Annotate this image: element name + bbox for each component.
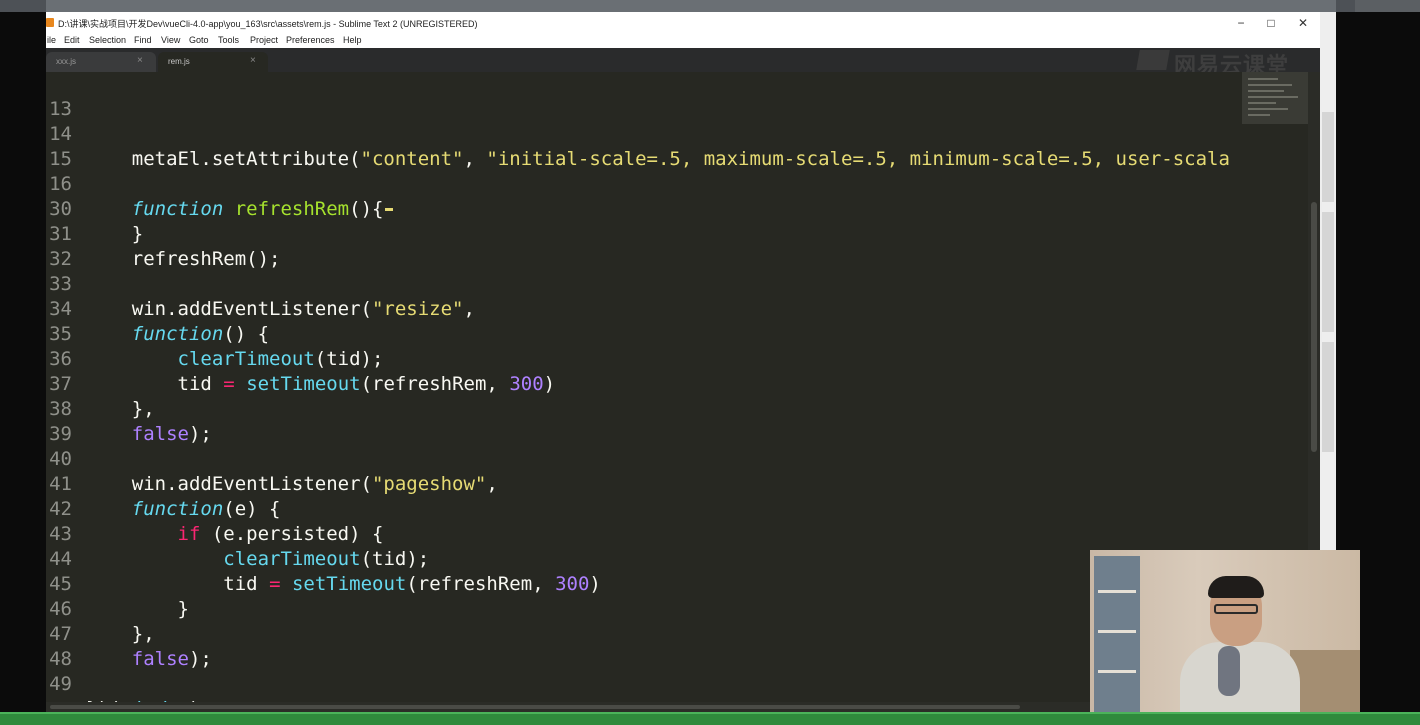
- top-frame-band: [0, 0, 1420, 12]
- code-line: 49 })(window): [46, 647, 1246, 712]
- window-title: D:\讲课\实战项目\开发Dev\vueCli-4.0-app\you_163\…: [58, 19, 478, 29]
- top-frame-segment-right: [1355, 0, 1420, 12]
- menu-selection[interactable]: Selection: [89, 35, 126, 45]
- menu-find[interactable]: Find: [134, 35, 152, 45]
- menu-help[interactable]: Help: [343, 35, 362, 45]
- code-line: 42 if (e.persisted) {: [46, 472, 1246, 545]
- top-frame-segment: [46, 0, 1336, 12]
- webcam-sofa: [1290, 650, 1360, 712]
- side-panel-block: [1322, 342, 1334, 452]
- tab-close-icon[interactable]: ×: [250, 55, 256, 66]
- minimap-line: [1248, 84, 1292, 86]
- code-line: 30 }: [46, 172, 1246, 245]
- minimap-line: [1248, 114, 1270, 116]
- code-line: 31 refreshRem();: [46, 197, 1246, 270]
- sublime-app-icon: [46, 18, 54, 27]
- code-line: 34 function() {: [46, 272, 1246, 345]
- code-line: 37 },: [46, 347, 1246, 420]
- menu-bar: ile Edit Selection Find View Goto Tools …: [46, 34, 1320, 48]
- webcam-presenter-body: [1180, 642, 1300, 712]
- microphone-icon: [1218, 646, 1240, 696]
- code-line: 41 function(e) {: [46, 447, 1246, 520]
- side-panel-block: [1322, 212, 1334, 332]
- minimap-line: [1248, 102, 1276, 104]
- code-line: 40 win.addEventListener("pageshow",: [46, 422, 1246, 495]
- menu-project[interactable]: Project: [250, 35, 278, 45]
- status-bar: [0, 712, 1420, 725]
- webcam-overlay: [1090, 550, 1360, 712]
- side-panel-block: [1322, 112, 1334, 202]
- menu-file[interactable]: ile: [47, 35, 56, 45]
- webcam-shelf-row: [1098, 670, 1136, 673]
- tab-label: xxx.js: [56, 57, 76, 66]
- line-number: 49: [49, 673, 72, 695]
- code-line: 38 false);: [46, 372, 1246, 445]
- code-line: 36 tid = setTimeout(refreshRem, 300): [46, 322, 1246, 395]
- menu-edit[interactable]: Edit: [64, 35, 80, 45]
- code-line: 33 win.addEventListener("resize",: [46, 247, 1246, 320]
- code-line: 45 }: [46, 547, 1246, 620]
- webcam-bookshelf: [1094, 556, 1140, 712]
- webcam-shelf-row: [1098, 590, 1136, 593]
- menu-goto[interactable]: Goto: [189, 35, 209, 45]
- minimap-line: [1248, 96, 1298, 98]
- watermark-text: 网易云课堂: [1174, 53, 1290, 78]
- code-line: 48: [46, 622, 1246, 670]
- minimize-button[interactable]: −: [1226, 14, 1256, 32]
- code-line: 13: [46, 72, 1246, 120]
- code-line: 35 clearTimeout(tid);: [46, 297, 1246, 370]
- tab-label: rem.js: [168, 57, 190, 66]
- code-line: 43 clearTimeout(tid);: [46, 497, 1246, 570]
- webcam-shelf-row: [1098, 630, 1136, 633]
- maximize-button[interactable]: □: [1256, 14, 1286, 32]
- menu-view[interactable]: View: [161, 35, 180, 45]
- menu-preferences[interactable]: Preferences: [286, 35, 335, 45]
- minimap-line: [1248, 108, 1288, 110]
- code-line: 32: [46, 222, 1246, 270]
- code-line: 46 },: [46, 572, 1246, 645]
- webcam-presenter-hair: [1208, 576, 1264, 598]
- code-line: 15: [46, 122, 1246, 170]
- webcam-presenter-glasses: [1214, 604, 1258, 614]
- tab-close-icon[interactable]: ×: [137, 55, 143, 66]
- tab-xxx-js[interactable]: xxx.js ×: [46, 52, 156, 72]
- code-line: 44 tid = setTimeout(refreshRem, 300): [46, 522, 1246, 595]
- tab-bar: xxx.js × rem.js × 网易云课堂: [46, 48, 1320, 78]
- title-bar: D:\讲课\实战项目\开发Dev\vueCli-4.0-app\you_163\…: [46, 12, 1320, 34]
- code-line: 16 function refreshRem(){: [46, 147, 1246, 220]
- tab-rem-js[interactable]: rem.js ×: [158, 52, 268, 72]
- menu-tools[interactable]: Tools: [218, 35, 239, 45]
- watermark-logo-icon: [1136, 50, 1170, 70]
- code-line: 14 metaEl.setAttribute("content", "initi…: [46, 97, 1246, 170]
- vertical-scroll-thumb[interactable]: [1311, 202, 1317, 452]
- minimap[interactable]: [1242, 72, 1308, 124]
- close-button[interactable]: ✕: [1288, 14, 1318, 32]
- horizontal-scroll-thumb[interactable]: [50, 705, 1020, 709]
- minimap-line: [1248, 90, 1284, 92]
- code-line: 47 false);: [46, 597, 1246, 670]
- status-bar-highlight: [0, 712, 1420, 714]
- minimap-line: [1248, 78, 1278, 80]
- code-line: 39: [46, 397, 1246, 445]
